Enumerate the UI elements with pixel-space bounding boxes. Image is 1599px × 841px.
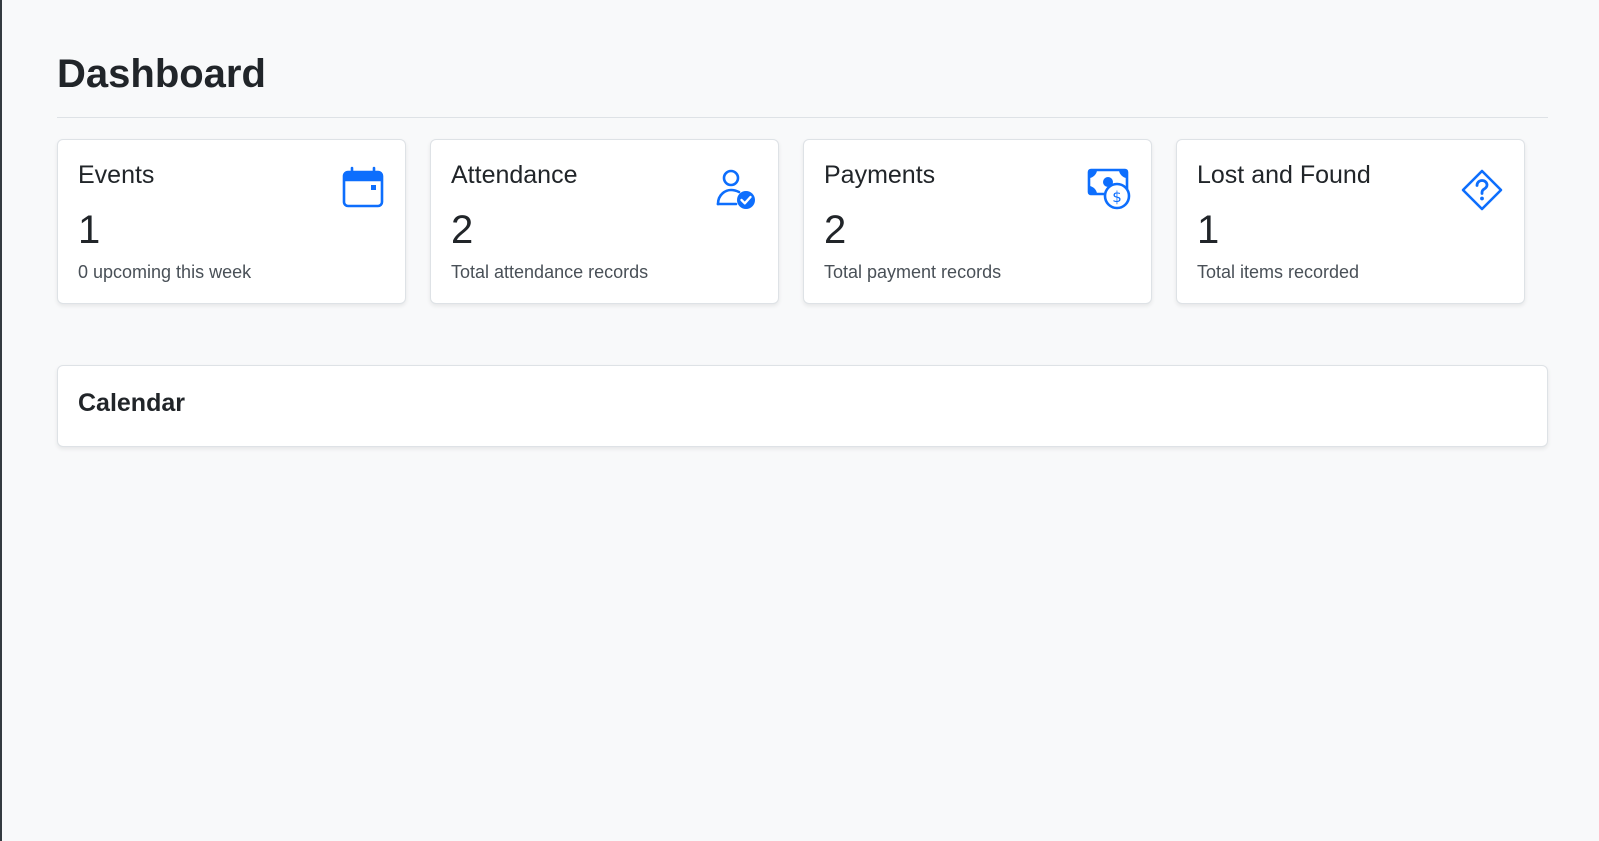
stat-card-title: Events xyxy=(78,161,155,189)
calendar-icon xyxy=(341,166,385,210)
stat-card-subtitle: Total items recorded xyxy=(1197,262,1360,282)
main-content: Dashboard Events 1 0 upcoming this week … xyxy=(57,0,1548,447)
stat-card-events[interactable]: Events 1 0 upcoming this week xyxy=(57,139,406,304)
stat-card-subtitle: Total payment records xyxy=(824,262,1002,282)
question-diamond-icon xyxy=(1460,168,1504,212)
page-header: Dashboard xyxy=(57,0,1548,118)
stat-card-attendance[interactable]: Attendance 2 Total attendance records xyxy=(430,139,779,304)
person-check-icon xyxy=(714,168,758,212)
calendar-card: Calendar xyxy=(57,365,1548,447)
stat-card-title: Payments xyxy=(824,161,936,189)
stat-card-value: 1 xyxy=(78,208,101,252)
stat-card-subtitle: 0 upcoming this week xyxy=(78,262,252,282)
window-left-border xyxy=(0,0,2,841)
cash-coin-icon: $ xyxy=(1087,166,1131,210)
svg-text:$: $ xyxy=(1112,188,1122,206)
stats-row: Events 1 0 upcoming this week Attendance… xyxy=(57,139,1548,304)
stat-card-title: Attendance xyxy=(451,161,578,189)
stat-card-subtitle: Total attendance records xyxy=(451,262,649,282)
stat-card-value: 2 xyxy=(824,208,847,252)
stat-card-lost-and-found[interactable]: Lost and Found 1 Total items recorded xyxy=(1176,139,1525,304)
page-title: Dashboard xyxy=(57,52,266,96)
stat-card-title: Lost and Found xyxy=(1197,161,1371,189)
stat-card-value: 2 xyxy=(451,208,474,252)
stat-card-payments[interactable]: Payments 2 Total payment records $ xyxy=(803,139,1152,304)
calendar-title: Calendar xyxy=(78,389,185,417)
stat-card-value: 1 xyxy=(1197,208,1220,252)
